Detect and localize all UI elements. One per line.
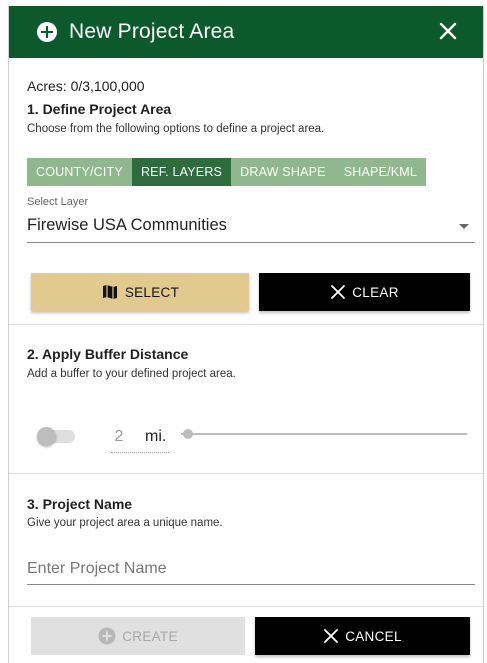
select-layer-value: Firewise USA Communities [27, 216, 227, 234]
select-layer-label: Select Layer [27, 196, 89, 208]
buffer-distance-input[interactable]: 2 mi. [111, 424, 169, 453]
close-button[interactable] [437, 20, 459, 42]
divider [9, 606, 483, 607]
add-circle-icon [98, 627, 116, 645]
tab-ref-layers[interactable]: REF. LAYERS [131, 158, 232, 186]
buffer-slider[interactable] [181, 428, 467, 440]
buffer-toggle[interactable] [37, 427, 75, 446]
buffer-unit: mi. [145, 428, 167, 445]
tab-county-city[interactable]: COUNTY/CITY [27, 158, 132, 186]
section3-subtitle: Give your project area a unique name. [27, 517, 223, 529]
tab-draw-shape[interactable]: DRAW SHAPE [231, 158, 335, 186]
buffer-value: 2 [114, 428, 124, 445]
close-icon [330, 284, 346, 300]
divider [9, 324, 483, 325]
acres-readout: Acres: 0/3,100,000 [27, 78, 145, 94]
section2-title: 2. Apply Buffer Distance [27, 346, 189, 362]
slider-knob[interactable] [183, 429, 193, 439]
create-button[interactable]: CREATE [31, 617, 245, 655]
clear-button[interactable]: CLEAR [259, 273, 470, 311]
select-button-label: SELECT [124, 284, 180, 300]
project-name-input[interactable] [27, 554, 475, 585]
section1-subtitle: Choose from the following options to def… [27, 123, 325, 135]
dialog-title: New Project Area [69, 20, 235, 43]
select-button[interactable]: SELECT [31, 273, 249, 311]
cancel-button-label: CANCEL [345, 628, 402, 644]
new-project-area-dialog: New Project Area Acres: 0/3,100,000 1. D… [8, 6, 484, 663]
select-layer-dropdown[interactable]: Firewise USA Communities [27, 210, 475, 243]
caret-down-icon [459, 224, 469, 229]
define-method-tabs: COUNTY/CITY REF. LAYERS DRAW SHAPE SHAPE… [27, 158, 427, 186]
dialog-header: New Project Area [9, 6, 483, 58]
add-circle-icon [37, 22, 57, 42]
tab-shape-kml[interactable]: SHAPE/KML [334, 158, 427, 186]
divider [9, 473, 483, 474]
section1-title: 1. Define Project Area [27, 101, 172, 117]
clear-button-label: CLEAR [352, 284, 399, 300]
cancel-button[interactable]: CANCEL [255, 617, 470, 655]
create-button-label: CREATE [122, 628, 178, 644]
close-icon [439, 22, 457, 40]
section3-title: 3. Project Name [27, 496, 133, 512]
toggle-thumb [37, 427, 56, 446]
slider-rail [181, 433, 467, 435]
section2-subtitle: Add a buffer to your defined project are… [27, 368, 236, 380]
close-icon [323, 628, 339, 644]
map-icon [101, 283, 119, 301]
